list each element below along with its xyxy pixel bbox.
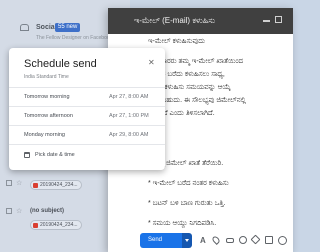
divider (9, 106, 165, 107)
body-line: ಮಾಡಬಹುದು. ಈ ಸೌಲಭ್ಯವು ಜಿಮೇಲ್‌ನಲ್ಲಿ (148, 97, 246, 104)
divider (9, 87, 165, 88)
option-time: Apr 27, 8:00 AM (109, 94, 149, 100)
link-icon[interactable] (226, 238, 234, 243)
drive-icon[interactable] (250, 234, 261, 245)
schedule-send-dropdown[interactable] (182, 233, 192, 248)
row-checkbox[interactable] (6, 208, 12, 214)
attachment-chip[interactable]: 20190424_234... (30, 220, 82, 230)
body-line: * ಇ-ಮೇಲ್ ಬರೆದ ನಂತರ ಕಳುಹಿಸು (148, 180, 229, 187)
star-icon[interactable]: ☆ (16, 207, 22, 215)
format-text-icon[interactable]: A (200, 236, 206, 245)
body-line: ಬಳಕೆದಾರರು ತಮ್ಮ ಇ-ಮೇಲ್ ಖಾತೆಯಿಂದ (148, 58, 244, 65)
timezone-label: India Standard Time (24, 74, 69, 80)
divider (9, 125, 165, 126)
compose-toolbar: Send A (108, 228, 293, 252)
body-line: ಇ-ಮೇಲ್ ಕಳುಹಿಸುವುದು (148, 38, 205, 45)
row-checkbox[interactable] (6, 180, 12, 186)
option-label: Tomorrow afternoon (24, 113, 73, 119)
option-label: Monday morning (24, 132, 65, 138)
option-label: Tomorrow morning (24, 94, 70, 100)
send-button[interactable]: Send (140, 233, 182, 248)
minimize-icon[interactable] (263, 20, 270, 22)
compose-header: ಇ-ಮೇಲ್ (E-mail) ಕಳುಹಿಸು (108, 8, 293, 34)
dialog-title: Schedule send (24, 58, 97, 70)
attach-icon[interactable] (211, 235, 221, 245)
list-item-subject[interactable]: (no subject) (30, 208, 64, 214)
option-monday-morning[interactable]: Monday morning Apr 29, 8:00 AM (9, 128, 165, 142)
star-icon[interactable]: ☆ (16, 179, 22, 187)
compose-title: ಇ-ಮೇಲ್ (E-mail) ಕಳುಹಿಸು (134, 16, 216, 25)
body-line: * ನಿಮ್ಮ ಜಿಮೇಲ್ ಖಾತೆ ತೆರೆಯಿರಿ. (148, 160, 224, 167)
body-line: * ಸಮಯ ಆಯ್ದು ನಿಗದಿಪಡಿಸಿ. (148, 220, 217, 227)
photo-icon[interactable] (265, 236, 273, 244)
emoji-icon[interactable] (239, 236, 247, 244)
body-line: ಸಂದೇಶ ಬರೆದು ಕಳುಹಿಸಲು ಸಾಧ್ಯ, (148, 71, 225, 78)
option-time: Apr 27, 1:00 PM (109, 113, 149, 119)
fullscreen-icon[interactable] (275, 16, 282, 23)
pick-date-time-label: Pick date & time (35, 152, 75, 158)
social-people-icon (20, 24, 29, 31)
divider (9, 144, 165, 145)
option-time: Apr 29, 8:00 AM (109, 132, 149, 138)
pick-date-time-option[interactable]: Pick date & time (9, 149, 165, 163)
calendar-icon (24, 152, 30, 158)
body-line: ನಂತರ ಕಳುಹಿಸು ಸಮಯವನ್ನು ಆಯ್ಕೆ (148, 84, 231, 91)
confidential-icon[interactable] (278, 236, 287, 245)
social-new-badge: 55 new (55, 23, 81, 32)
attachment-chip[interactable]: 20190424_234... (30, 180, 82, 190)
schedule-send-dialog: Schedule send ✕ India Standard Time Tomo… (9, 48, 165, 170)
social-preview: The Fellow Designer on Facebook (36, 35, 113, 41)
body-line: * ಬಟನ್ ಬಳಿ ಬಾಣ ಗುರುತು ಒತ್ತಿ. (148, 200, 226, 207)
close-icon[interactable]: ✕ (148, 59, 155, 67)
body-line: ಲಭ್ಯವಿದೆ ಎಂದು ತಿಳಿಸಲಾಗಿದೆ. (148, 110, 215, 117)
option-tomorrow-afternoon[interactable]: Tomorrow afternoon Apr 27, 1:00 PM (9, 109, 165, 123)
option-tomorrow-morning[interactable]: Tomorrow morning Apr 27, 8:00 AM (9, 90, 165, 104)
social-label: Social (36, 24, 57, 31)
